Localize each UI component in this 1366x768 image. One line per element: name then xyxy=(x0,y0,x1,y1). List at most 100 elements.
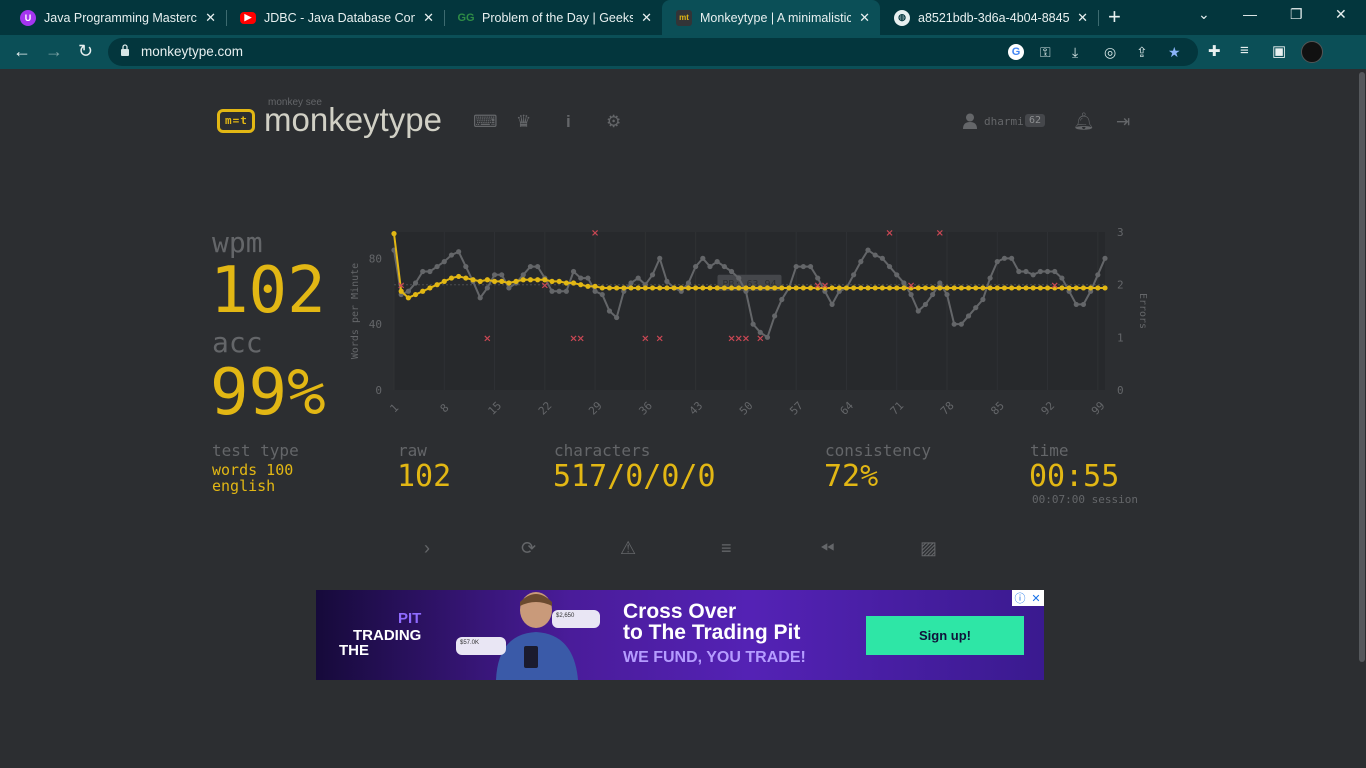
chart-raw-point xyxy=(944,291,950,298)
browser-tab[interactable]: U Java Programming Masterclass ✕ xyxy=(6,0,226,35)
chart-error-marker: × xyxy=(907,281,915,292)
chart-wpm-point xyxy=(807,285,814,291)
scrollbar-thumb[interactable] xyxy=(1359,72,1365,662)
keyboard-icon[interactable]: ⌨ xyxy=(473,112,498,132)
ad-close-icon[interactable]: ✕ xyxy=(1028,590,1044,606)
side-panel-icon[interactable]: ▣ xyxy=(1272,42,1286,60)
chart-wpm-point xyxy=(786,285,792,291)
profile-avatar[interactable] xyxy=(1301,41,1323,63)
key-icon[interactable]: ⚿ xyxy=(1040,44,1051,61)
logout-icon[interactable]: ⇥ xyxy=(1116,112,1130,132)
back-arrow-icon[interactable]: ← xyxy=(13,41,31,62)
ad-headline-2: to The Trading Pit xyxy=(623,621,801,644)
chart-raw-point xyxy=(1073,301,1079,308)
chart-wpm-point xyxy=(1073,285,1079,291)
gear-icon[interactable]: ⚙ xyxy=(606,112,621,132)
chart-wpm-point xyxy=(621,285,627,291)
chart-wpm-point xyxy=(527,277,534,283)
chart-wpm-point xyxy=(606,285,613,291)
chart-raw-point xyxy=(807,263,814,270)
ad-subline: WE FUND, YOU TRADE! xyxy=(623,649,806,666)
chart-raw-point xyxy=(1080,301,1087,308)
chart-wpm-point xyxy=(448,275,455,281)
word-history-icon[interactable]: ≡ xyxy=(721,538,732,559)
chart-wpm-point xyxy=(664,285,670,291)
chart-wpm-point xyxy=(793,285,799,291)
media-control-icon[interactable]: ≡ xyxy=(1240,42,1249,59)
chart-raw-point xyxy=(499,272,505,278)
chart-raw-point xyxy=(527,263,534,270)
google-icon[interactable]: G xyxy=(1008,44,1024,60)
characters-label: characters xyxy=(554,441,651,460)
share-icon[interactable]: ⇪ xyxy=(1136,44,1148,61)
chart-raw-point xyxy=(592,288,598,294)
reload-icon[interactable]: ↻ xyxy=(78,41,93,62)
chart-wpm-point xyxy=(420,288,426,294)
chart-wpm-point xyxy=(757,285,763,291)
tab-search-chevron-icon[interactable]: ⌄ xyxy=(1198,6,1210,23)
tab-title: Java Programming Masterclass xyxy=(44,10,197,25)
new-tab-button[interactable]: + xyxy=(1108,4,1121,30)
consistency-value: 72% xyxy=(824,459,879,494)
wpm-chart[interactable]: 0408001231 8 15 22 29 36 43 50 57 64 71 78 85 92 99Wor… xyxy=(340,220,1160,420)
user-icon[interactable] xyxy=(963,113,977,129)
close-window-button[interactable]: ✕ xyxy=(1335,6,1347,23)
chart-wpm-point xyxy=(599,285,605,291)
ad-signup-button[interactable]: Sign up! xyxy=(866,616,1024,655)
chart-raw-point xyxy=(578,275,584,281)
close-icon[interactable]: ✕ xyxy=(423,10,434,26)
logo-text[interactable]: monkeytype xyxy=(264,101,442,139)
bell-icon[interactable]: 🔔︎ xyxy=(1073,112,1095,132)
browser-tab[interactable]: ◍ a8521bdb-3d6a-4b04-8845- ✕ xyxy=(880,0,1098,35)
crown-icon[interactable]: ♛ xyxy=(516,112,531,132)
chart-wpm-point xyxy=(973,285,979,291)
username[interactable]: dharmi xyxy=(984,115,1024,128)
minimize-button[interactable]: — xyxy=(1243,6,1257,22)
browser-tab[interactable]: ▶ JDBC - Java Database Connectivity ✕ xyxy=(226,0,444,35)
warning-icon[interactable]: ⚠ xyxy=(620,538,636,559)
next-test-chevron-icon[interactable]: › xyxy=(424,538,430,559)
chart-x-tick-label: 36 xyxy=(636,399,655,418)
chart-raw-point xyxy=(448,252,455,258)
restart-icon[interactable]: ⟳ xyxy=(521,538,536,559)
close-icon[interactable]: ✕ xyxy=(205,10,216,26)
chart-error-marker: × xyxy=(1051,281,1059,292)
forward-arrow-icon[interactable]: → xyxy=(45,41,63,62)
chart-wpm-point xyxy=(714,285,720,291)
chart-raw-point xyxy=(1009,255,1015,261)
chart-wpm-point xyxy=(1066,285,1072,291)
chart-error-marker: × xyxy=(641,333,649,344)
chart-wpm-point xyxy=(405,295,411,301)
ad-choices[interactable]: ⓘ ✕ xyxy=(1012,590,1044,606)
ad-brand-the: THE xyxy=(339,642,369,659)
star-icon[interactable]: ★ xyxy=(1168,44,1181,61)
ad-info-icon[interactable]: ⓘ xyxy=(1012,590,1028,606)
chart-raw-point xyxy=(463,263,469,270)
advertisement-banner[interactable]: PIT TRADING THE $2,650 $57.0K Cross Over… xyxy=(316,590,1044,680)
chart-raw-point xyxy=(994,259,1000,265)
install-icon[interactable]: ⤓ xyxy=(1072,44,1078,61)
chart-wpm-point xyxy=(578,282,584,288)
browser-tab-active[interactable]: mt Monkeytype | A minimalistic typing te… xyxy=(662,0,880,35)
address-bar[interactable]: monkeytype.com G ⚿ ⤓ ◎ ⇪ ★ xyxy=(108,38,1198,66)
restore-button[interactable]: ❐ xyxy=(1290,6,1303,23)
close-icon[interactable]: ✕ xyxy=(641,10,652,26)
monkeytype-logo-icon[interactable]: m=t xyxy=(217,109,255,133)
close-icon[interactable]: ✕ xyxy=(1077,10,1088,26)
chart-wpm-point xyxy=(1037,285,1043,291)
browser-tab[interactable]: GG Problem of the Day | GeeksforGeeks ✕ xyxy=(444,0,662,35)
chart-error-marker: × xyxy=(591,228,599,239)
user-level-badge: 62 xyxy=(1025,114,1046,127)
chart-wpm-point xyxy=(800,285,806,291)
test-type-label: test type xyxy=(212,441,299,460)
chart-wpm-point xyxy=(1059,285,1065,291)
replay-icon[interactable]: ⏪︎ xyxy=(820,538,834,559)
eye-off-icon[interactable]: ◎ xyxy=(1104,44,1116,61)
close-icon[interactable]: ✕ xyxy=(859,10,870,26)
info-icon[interactable]: i xyxy=(566,112,571,132)
puzzle-icon[interactable]: ✚ xyxy=(1208,42,1221,60)
chart-error-marker: × xyxy=(885,228,893,239)
chart-raw-point xyxy=(1001,255,1008,261)
chart-raw-point xyxy=(484,285,490,291)
screenshot-icon[interactable]: ▨ xyxy=(920,538,937,559)
